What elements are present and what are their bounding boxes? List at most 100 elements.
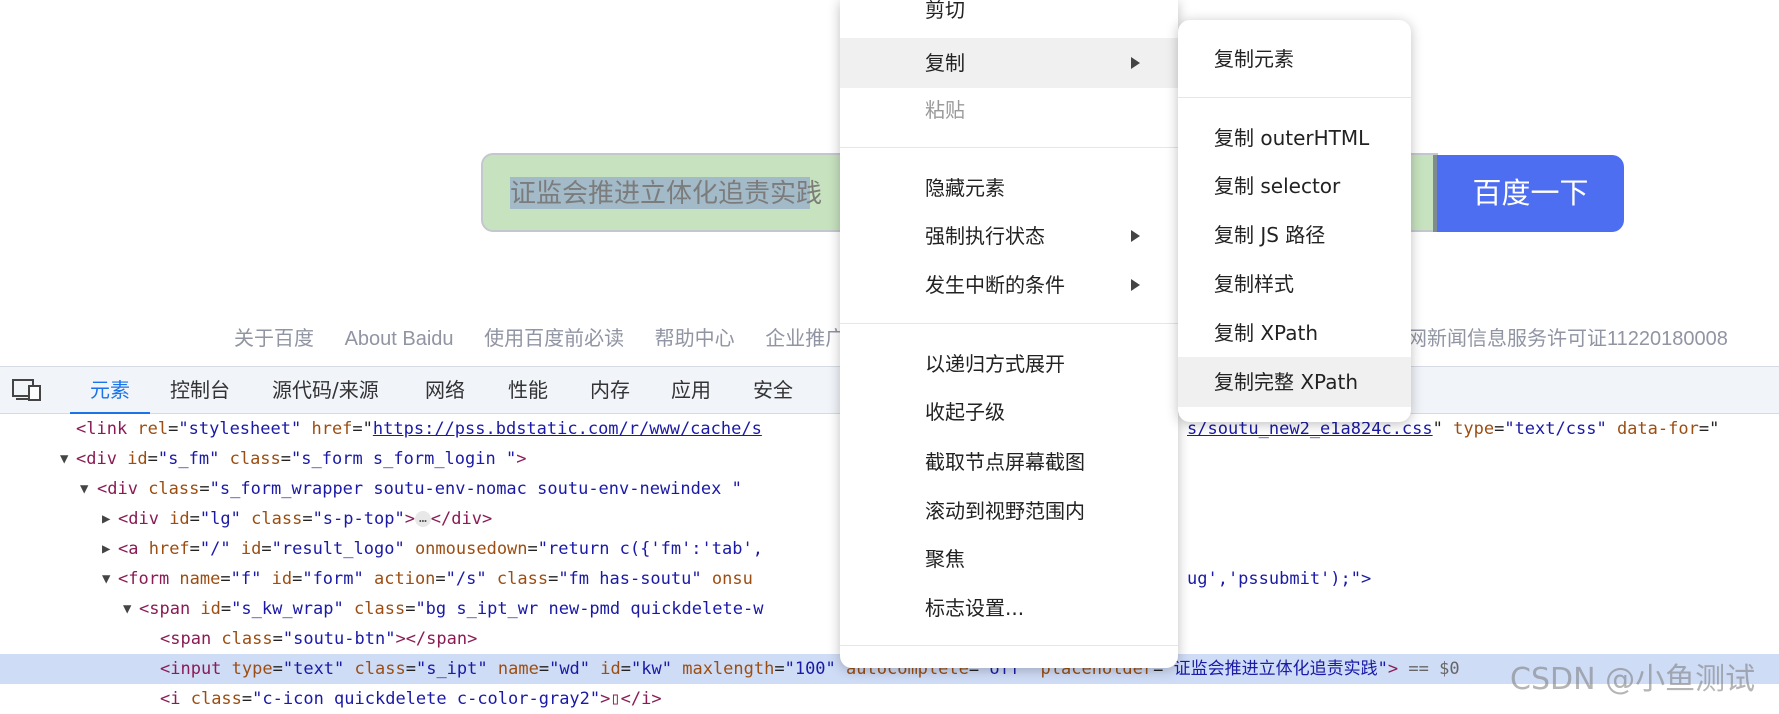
dom-attr: id [240, 539, 262, 559]
dom-punct: = [1698, 419, 1710, 439]
dom-value: "soutu-btn" [282, 629, 396, 649]
ellipsis-badge[interactable]: … [414, 511, 431, 527]
dom-attr: class [251, 509, 303, 529]
submenu-item-copy-full-xpath[interactable]: 复制完整 XPath [1178, 357, 1411, 407]
dom-tag: <div [118, 509, 170, 529]
menu-item-badge-settings[interactable]: 标志设置... [840, 586, 1178, 630]
dom-value: "f" [230, 569, 262, 589]
dom-attr: onmousedown [414, 539, 528, 559]
dom-tag: <div [97, 479, 149, 499]
menu-item-copy[interactable]: 复制 [840, 38, 1178, 88]
expand-triangle-icon[interactable]: ▶ [102, 534, 110, 564]
dom-attr: type [1453, 419, 1495, 439]
footer-link-help[interactable]: 帮助中心 [655, 328, 735, 350]
submenu-arrow-icon [1131, 230, 1140, 242]
tab-memory[interactable]: 内存 [590, 366, 630, 414]
menu-item-cut[interactable]: 剪切 [840, 0, 1178, 32]
menu-separator [840, 645, 1178, 646]
submenu-item-copy-element[interactable]: 复制元素 [1178, 37, 1411, 81]
dom-attr: data-for [1616, 419, 1699, 439]
menu-item-force-state[interactable]: 强制执行状态 [840, 214, 1178, 258]
submenu-item-copy-xpath[interactable]: 复制 XPath [1178, 311, 1411, 355]
submenu-item-copy-selector[interactable]: 复制 selector [1178, 164, 1411, 208]
dom-attr: maxlength [682, 659, 775, 679]
dom-attr: class [148, 479, 200, 499]
dom-value: "/" [199, 539, 231, 559]
dom-value: "text" [282, 659, 345, 679]
tab-elements[interactable]: 元素 [70, 366, 150, 414]
dom-tag: <form [118, 569, 180, 589]
dom-value: "s_form s_form_login " [291, 449, 517, 469]
dom-attr: rel [137, 419, 169, 439]
dom-tag: > [516, 449, 527, 469]
collapse-triangle-icon[interactable]: ▼ [80, 474, 88, 504]
device-toolbar-icon[interactable] [12, 378, 42, 402]
menu-item-expand-recursively[interactable]: 以递归方式展开 [840, 342, 1178, 386]
baidu-search-button[interactable]: 百度一下 [1437, 155, 1624, 232]
dom-value: "/s" [445, 569, 487, 589]
dom-value: "s_ipt" [415, 659, 488, 679]
collapse-triangle-icon[interactable]: ▼ [123, 594, 131, 624]
tab-console[interactable]: 控制台 [170, 366, 230, 414]
footer-link-business[interactable]: 企业推广 [765, 328, 845, 350]
tab-performance[interactable]: 性能 [508, 366, 548, 414]
tab-network[interactable]: 网络 [425, 366, 465, 414]
dom-tag: <input [160, 659, 232, 679]
dom-value: "c-icon quickdelete c-color-gray2" [252, 689, 601, 709]
expand-triangle-icon[interactable]: ▶ [102, 504, 110, 534]
dom-value: "lg" [199, 509, 241, 529]
submenu-item-copy-outerhtml[interactable]: 复制 outerHTML [1178, 116, 1411, 160]
dom-tag: <span [139, 599, 201, 619]
dom-attr: name [179, 569, 221, 589]
dom-tag: <a [118, 539, 149, 559]
tab-security[interactable]: 安全 [753, 366, 793, 414]
submenu-arrow-icon [1131, 57, 1140, 69]
dom-tag: >▯</i> [600, 689, 662, 709]
dom-value: "s_fm" [157, 449, 220, 469]
dom-link-url[interactable]: https://pss.bdstatic.com/r/www/cache/s [373, 419, 762, 439]
dom-tag: > [1387, 659, 1399, 679]
footer-license[interactable]: 网新闻信息服务许可证11220180008 [1407, 322, 1728, 351]
menu-item-collapse-children[interactable]: 收起子级 [840, 390, 1178, 434]
dom-tag: <i [160, 689, 191, 709]
menu-item-capture-node-screenshot[interactable]: 截取节点屏幕截图 [840, 440, 1178, 484]
menu-item-force-state-label: 强制执行状态 [925, 224, 1045, 248]
csdn-watermark: CSDN @小鱼测试 [1510, 662, 1756, 697]
dom-tag: <span [160, 629, 222, 649]
footer-link-terms[interactable]: 使用百度前必读 [484, 328, 624, 350]
dom-attr: id [127, 449, 148, 469]
dom-value: "100" [784, 659, 836, 679]
dom-value: "证监会推进立体化追责实践" [1163, 659, 1388, 679]
dom-value: "s-p-top" [312, 509, 405, 529]
menu-item-scroll-into-view[interactable]: 滚动到视野范围内 [840, 489, 1178, 533]
tab-sources[interactable]: 源代码/来源 [272, 366, 379, 414]
dom-attr: name [497, 659, 539, 679]
dom-value: "bg s_ipt_wr new-pmd quickdelete-w [415, 599, 764, 619]
menu-item-hide-element[interactable]: 隐藏元素 [840, 166, 1178, 210]
dom-link-url-tail[interactable]: s/soutu_new2_e1a824c.css [1187, 419, 1433, 439]
dom-attr: class [496, 569, 549, 589]
footer-links: 关于百度 About Baidu 使用百度前必读 帮助中心 企业推广 [234, 322, 870, 350]
dom-attr: id [200, 599, 221, 619]
collapse-triangle-icon[interactable]: ▼ [60, 444, 68, 474]
dom-tag: ></span> [395, 629, 478, 649]
footer-link-about-en[interactable]: About Baidu [345, 328, 454, 350]
context-menu: 剪切 复制 粘贴 隐藏元素 强制执行状态 发生中断的条件 以递归方式展开 收起子… [840, 0, 1178, 668]
menu-item-focus[interactable]: 聚焦 [840, 537, 1178, 581]
footer-link-about[interactable]: 关于百度 [234, 328, 314, 350]
menu-separator [1178, 97, 1411, 98]
dom-attr: class [221, 629, 273, 649]
menu-separator [840, 323, 1178, 324]
menu-item-break-on[interactable]: 发生中断的条件 [840, 263, 1178, 307]
submenu-item-copy-js-path[interactable]: 复制 JS 路径 [1178, 213, 1411, 257]
tab-application[interactable]: 应用 [671, 366, 711, 414]
submenu-item-copy-styles[interactable]: 复制样式 [1178, 262, 1411, 306]
dom-attr: class [190, 689, 242, 709]
dom-attr: action [374, 569, 436, 589]
dom-value: "return c({'fm':'tab', [537, 539, 763, 559]
collapse-triangle-icon[interactable]: ▼ [102, 564, 110, 594]
dom-attr: id [169, 509, 190, 529]
dom-attr: class [354, 599, 406, 619]
dom-value: "fm has-soutu" [558, 569, 702, 589]
menu-separator [840, 147, 1178, 148]
